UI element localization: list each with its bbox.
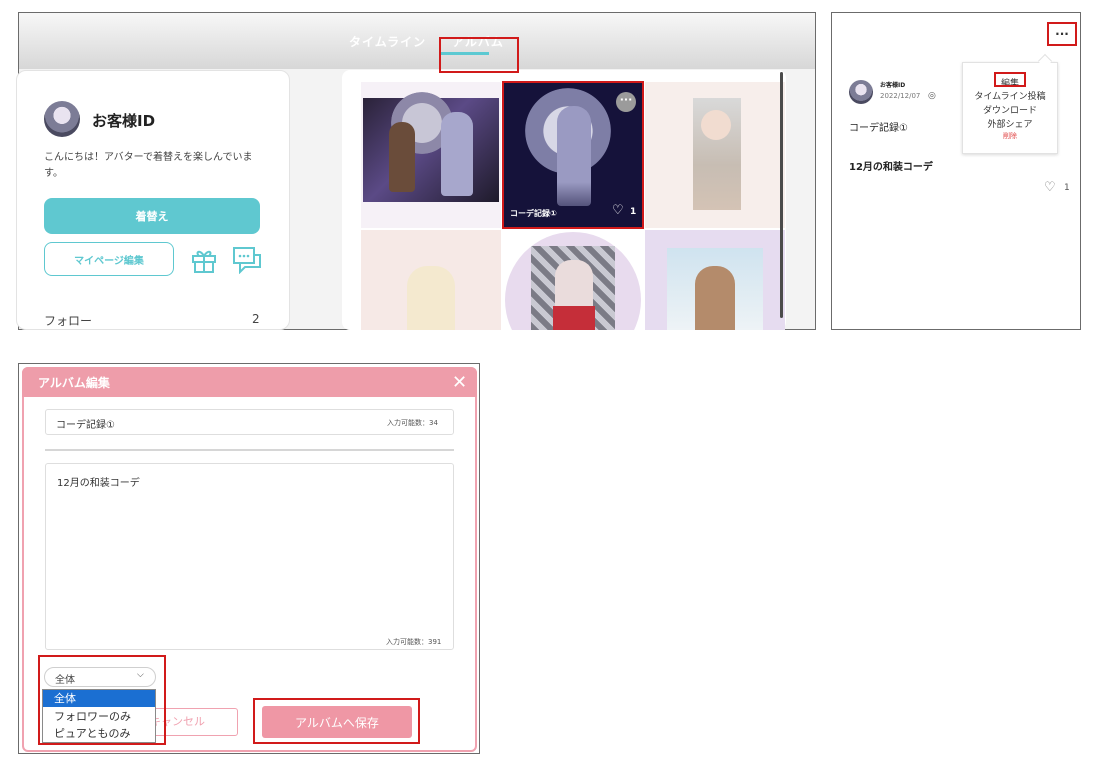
heart-icon[interactable]: ♡ [1044,180,1056,195]
description-value: 12月の和装コーデ [57,478,140,489]
album-item[interactable] [361,82,501,228]
album-item[interactable] [503,230,643,330]
menu-item-download[interactable]: ダウンロード [962,103,1058,116]
edit-mypage-button[interactable]: マイページ編集 [44,242,174,276]
album-item-title: コーデ記録① [510,209,557,218]
detail-description: 12月の和装コーデ [849,162,933,173]
heart-icon[interactable]: ♡ [612,203,624,218]
option-followers-only[interactable]: フォロワーのみ [43,708,155,725]
scrollbar[interactable] [780,72,783,318]
menu-item-share[interactable]: 外部シェア [962,117,1058,130]
change-outfit-button[interactable]: 着替え [44,198,260,234]
modal-title: アルバム編集 [38,376,110,390]
title-char-counter: 入力可能数：34 [387,419,438,427]
menu-item-delete[interactable]: 削除 [962,131,1058,141]
globe-icon: ◎ [928,91,936,101]
menu-item-edit[interactable]: 編集 [962,76,1058,89]
save-to-album-button[interactable]: アルバムへ保存 [262,706,412,738]
description-textarea[interactable] [45,463,454,650]
album-item[interactable] [645,230,785,330]
cancel-button-label: キャンセル [150,715,205,728]
more-icon[interactable]: ··· [616,92,636,112]
profile-bio: こんにちは！アバターで着替えを楽しんでいます。 [44,152,253,179]
menu-item-post-timeline[interactable]: タイムライン投稿 [962,89,1058,102]
follow-label: フォロー [44,314,93,328]
album-item[interactable] [645,82,785,228]
follow-count: 2 [252,312,260,326]
tab-album[interactable]: アルバム [452,33,504,50]
detail-username: お客様ID [880,82,906,89]
more-icon[interactable]: ··· [1049,24,1075,44]
like-count: 1 [1064,183,1070,193]
visibility-select-value: 全体 [55,675,75,686]
chat-icon[interactable] [232,246,262,274]
description-char-counter: 入力可能数：391 [386,638,442,646]
title-input-value: コーデ記録① [56,420,115,431]
like-count: 1 [630,207,637,217]
album-item[interactable] [361,230,501,330]
close-icon[interactable]: ✕ [452,372,467,393]
active-tab-indicator [439,52,489,55]
avatar [849,80,873,104]
detail-date: 2022/12/07 [880,92,921,100]
option-pure-friends-only[interactable]: ピュアとものみ [43,725,155,742]
divider [45,449,454,451]
profile-username: お客様ID [92,112,156,130]
gift-icon[interactable] [190,246,218,274]
chevron-down-icon: ⌵ [137,670,144,680]
avatar [44,101,80,137]
detail-title: コーデ記録① [849,123,908,134]
option-all[interactable]: 全体 [43,690,155,707]
tab-timeline[interactable]: タイムライン [349,33,426,50]
